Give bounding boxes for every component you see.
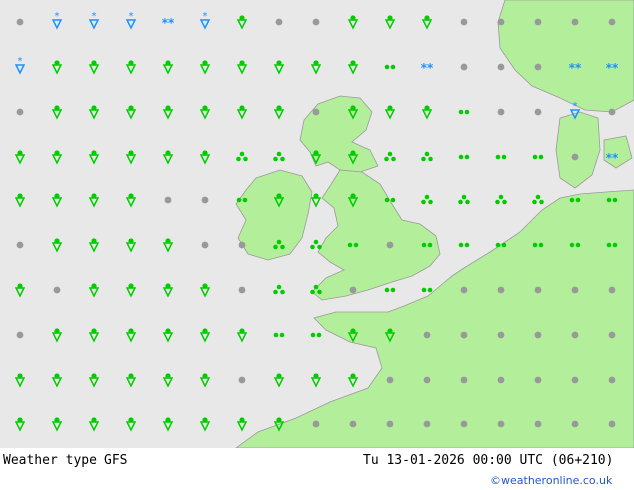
cloud-symbol	[423, 420, 431, 428]
cloud-symbol	[201, 196, 209, 204]
cloud-symbol	[497, 108, 505, 116]
cloud-symbol	[275, 18, 283, 26]
snow-symbol: **	[569, 61, 582, 75]
cloud-symbol	[608, 331, 616, 339]
cloud-symbol	[534, 18, 542, 26]
cloud-symbol	[53, 286, 61, 294]
cloud-symbol	[460, 286, 468, 294]
weather-map: * * * ** ** ** ** *****	[0, 0, 634, 448]
cloud-symbol	[608, 108, 616, 116]
svg-text:**: **	[421, 61, 434, 75]
cloud-symbol	[534, 108, 542, 116]
cloud-symbol	[497, 63, 505, 71]
cloud-symbol	[497, 420, 505, 428]
cloud-symbol	[423, 376, 431, 384]
cloud-symbol	[16, 331, 24, 339]
model-name: GFS	[104, 453, 128, 468]
cloud-symbol	[608, 420, 616, 428]
cloud-symbol	[460, 420, 468, 428]
svg-text:**: **	[606, 151, 619, 165]
svg-text:**: **	[162, 16, 175, 30]
cloud-symbol	[608, 376, 616, 384]
cloud-symbol	[238, 286, 246, 294]
cloud-symbol	[312, 108, 320, 116]
snow-symbol: **	[162, 16, 175, 30]
cloud-symbol	[349, 286, 357, 294]
cloud-symbol	[460, 331, 468, 339]
cloud-symbol	[571, 331, 579, 339]
cloud-symbol	[238, 241, 246, 249]
cloud-symbol	[534, 376, 542, 384]
credit-link[interactable]: ©weatheronline.co.uk	[490, 474, 612, 487]
cloud-symbol	[201, 241, 209, 249]
cloud-symbol	[460, 376, 468, 384]
cloud-symbol	[312, 420, 320, 428]
cloud-symbol	[534, 286, 542, 294]
cloud-symbol	[460, 63, 468, 71]
cloud-symbol	[571, 420, 579, 428]
cloud-symbol	[312, 18, 320, 26]
cloud-symbol	[608, 286, 616, 294]
cloud-symbol	[608, 18, 616, 26]
valid-time: Tu 13-01-2026 00:00 UTC (06+210)	[363, 453, 614, 468]
cloud-symbol	[349, 420, 357, 428]
cloud-symbol	[238, 376, 246, 384]
cloud-symbol	[497, 376, 505, 384]
cloud-symbol	[571, 376, 579, 384]
svg-text:**: **	[569, 61, 582, 75]
cloud-symbol	[386, 376, 394, 384]
cloud-symbol	[497, 286, 505, 294]
cloud-symbol	[534, 331, 542, 339]
cloud-symbol	[16, 108, 24, 116]
cloud-symbol	[386, 241, 394, 249]
cloud-symbol	[16, 241, 24, 249]
cloud-symbol	[534, 63, 542, 71]
map-title: Weather type	[3, 453, 97, 468]
cloud-symbol	[164, 196, 172, 204]
snow-symbol: **	[606, 151, 619, 165]
cloud-symbol	[571, 286, 579, 294]
svg-text:**: **	[606, 61, 619, 75]
cloud-symbol	[460, 18, 468, 26]
cloud-symbol	[497, 331, 505, 339]
cloud-symbol	[571, 18, 579, 26]
snow-symbol: **	[421, 61, 434, 75]
cloud-symbol	[16, 18, 24, 26]
cloud-symbol	[423, 331, 431, 339]
footer-bar: Weather type GFS Tu 13-01-2026 00:00 UTC…	[0, 448, 634, 490]
snow-symbol: **	[606, 61, 619, 75]
cloud-symbol	[571, 153, 579, 161]
cloud-symbol	[534, 420, 542, 428]
cloud-symbol	[386, 420, 394, 428]
cloud-symbol	[497, 18, 505, 26]
